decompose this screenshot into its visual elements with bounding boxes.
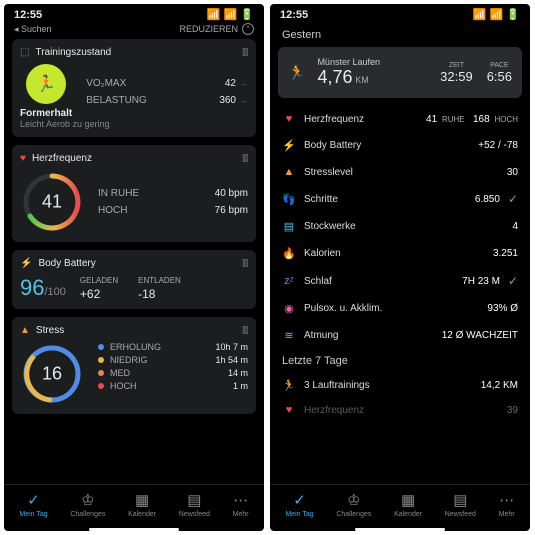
heart-icon: ♥ (282, 404, 296, 416)
check-icon: ✓ (508, 274, 518, 288)
training-card[interactable]: ⬚Trainingszustand ⫿⫿ 🏃 Formerhalt VO₂MAX… (12, 39, 256, 137)
home-handle[interactable] (89, 528, 179, 531)
tab-icon: ▤ (187, 491, 201, 509)
metric-icon: ▲ (282, 166, 296, 178)
metric-row[interactable]: ◉Pulsox. u. Akklim.93% Ø (278, 295, 522, 322)
tab-kalender[interactable]: ▦Kalender (128, 491, 156, 518)
chevron-up-icon: ⌃ (242, 23, 254, 35)
time: 12:55 (14, 9, 42, 21)
chart-icon: ⫿⫿ (242, 325, 248, 336)
metric-icon: ≋ (282, 329, 296, 342)
metric-icon: ♥ (282, 113, 296, 125)
dot-icon (98, 370, 104, 376)
yesterday-header: Gestern (270, 23, 530, 47)
status-bar: 12:55 📶 📶 🔋 (270, 4, 530, 23)
stress-gauge: 16 (20, 342, 84, 406)
tab-icon: ✓ (293, 491, 306, 509)
check-icon: ✓ (508, 192, 518, 206)
arrow-icon: → (240, 96, 248, 105)
training-sub: Leicht Aerob zu gering (20, 119, 248, 129)
battery-icon: ⚡ (20, 258, 32, 269)
tab-kalender[interactable]: ▦Kalender (394, 491, 422, 518)
run-icon: 🏃 (282, 379, 296, 392)
sub-status: ◂ Suchen REDUZIEREN ⌃ (4, 23, 264, 39)
metric-row[interactable]: zᶻSchlaf7H 23 M✓ (278, 267, 522, 295)
time: 12:55 (280, 9, 308, 21)
stress-card[interactable]: ▲Stress ⫿⫿ 16 ERHOLUNG10h 7 mNIEDRIG1h 5… (12, 317, 256, 414)
phone-left: 12:55 📶 📶 🔋 ◂ Suchen REDUZIEREN ⌃ ⬚Train… (4, 4, 264, 531)
tab-newsfeed[interactable]: ▤Newsfeed (445, 491, 476, 518)
status-icons: 📶 📶 🔋 (207, 8, 254, 21)
dot-icon (98, 344, 104, 350)
metric-icon: ◉ (282, 302, 296, 315)
metric-icon: zᶻ (282, 275, 296, 287)
metric-row[interactable]: ♥Herzfrequenz41 RUHE 168 HOCH (278, 106, 522, 132)
tab-challenges[interactable]: ♔Challenges (70, 491, 105, 518)
week-header: Letzte 7 Tage (278, 349, 522, 373)
week-runs-row[interactable]: 🏃 3 Lauftrainings 14,2 KM (278, 373, 522, 398)
bb-card[interactable]: ⚡Body Battery ⫿⫿ 96/100 GELADEN+62 ENTLA… (12, 250, 256, 309)
back-link[interactable]: ◂ Suchen (14, 24, 52, 35)
content-scroll[interactable]: ⬚Trainingszustand ⫿⫿ 🏃 Formerhalt VO₂MAX… (4, 39, 264, 484)
content-scroll[interactable]: 🏃 Münster Laufen 4,76 KM ZEIT32:59 PACE6… (270, 47, 530, 484)
stress-icon: ▲ (20, 325, 30, 336)
metric-icon: 👣 (282, 193, 296, 206)
tab-icon: ⋯ (233, 491, 248, 509)
tab-mehr[interactable]: ⋯Mehr (233, 491, 249, 518)
tab-icon: ▤ (453, 491, 467, 509)
metric-row[interactable]: ⚡Body Battery+52 / -78 (278, 132, 522, 159)
metric-icon: 🔥 (282, 247, 296, 260)
activity-card[interactable]: 🏃 Münster Laufen 4,76 KM ZEIT32:59 PACE6… (278, 47, 522, 98)
training-status-icon: 🏃 (26, 64, 66, 104)
dot-icon (98, 357, 104, 363)
tab-mein-tag[interactable]: ✓Mein Tag (285, 491, 313, 518)
reduce-button[interactable]: REDUZIEREN ⌃ (179, 23, 254, 35)
tab-mehr[interactable]: ⋯Mehr (499, 491, 515, 518)
status-bar: 12:55 📶 📶 🔋 (4, 4, 264, 23)
metric-row[interactable]: ▲Stresslevel30 (278, 159, 522, 185)
metric-icon: ▤ (282, 220, 296, 233)
phone-right: 12:55 📶 📶 🔋 Gestern 🏃 Münster Laufen 4,7… (270, 4, 530, 531)
hr-gauge: 41 (20, 170, 84, 234)
run-icon: 🏃 (288, 64, 305, 81)
stress-row: MED14 m (98, 368, 248, 378)
arrow-icon: → (240, 79, 248, 88)
chart-icon: ⫿⫿ (242, 47, 248, 58)
tab-bar: ✓Mein Tag ♔Challenges ▦Kalender ▤Newsfeed ⋯M… (4, 484, 264, 528)
tab-icon: ⋯ (499, 491, 514, 509)
metric-row[interactable]: ≋Atmung12 Ø WACHZEIT (278, 322, 522, 349)
stress-row: HOCH1 m (98, 381, 248, 391)
week-cut-row: ♥ Herzfrequenz 39 (278, 398, 522, 422)
heart-icon: ♥ (20, 153, 26, 164)
chart-icon: ⫿⫿ (242, 153, 248, 164)
stress-row: NIEDRIG1h 54 m (98, 355, 248, 365)
stress-row: ERHOLUNG10h 7 m (98, 342, 248, 352)
metric-row[interactable]: ▤Stockwerke4 (278, 213, 522, 240)
tab-mein-tag[interactable]: ✓Mein Tag (19, 491, 47, 518)
training-icon: ⬚ (20, 47, 29, 58)
training-status: Formerhalt (20, 108, 72, 119)
dot-icon (98, 383, 104, 389)
tab-icon: ♔ (81, 491, 94, 509)
status-icons: 📶 📶 🔋 (473, 8, 520, 21)
chart-icon: ⫿⫿ (242, 258, 248, 269)
metric-row[interactable]: 👣Schritte6.850✓ (278, 185, 522, 213)
tab-newsfeed[interactable]: ▤Newsfeed (179, 491, 210, 518)
hr-card[interactable]: ♥Herzfrequenz ⫿⫿ 41 IN RUHE40 bpm HOCH76… (12, 145, 256, 242)
home-handle[interactable] (355, 528, 445, 531)
tab-icon: ▦ (135, 491, 149, 509)
tab-icon: ▦ (401, 491, 415, 509)
metric-icon: ⚡ (282, 139, 296, 152)
tab-bar: ✓Mein Tag ♔Challenges ▦Kalender ▤Newsfeed ⋯M… (270, 484, 530, 528)
tab-icon: ♔ (347, 491, 360, 509)
metric-row[interactable]: 🔥Kalorien3.251 (278, 240, 522, 267)
tab-icon: ✓ (27, 491, 40, 509)
tab-challenges[interactable]: ♔Challenges (336, 491, 371, 518)
